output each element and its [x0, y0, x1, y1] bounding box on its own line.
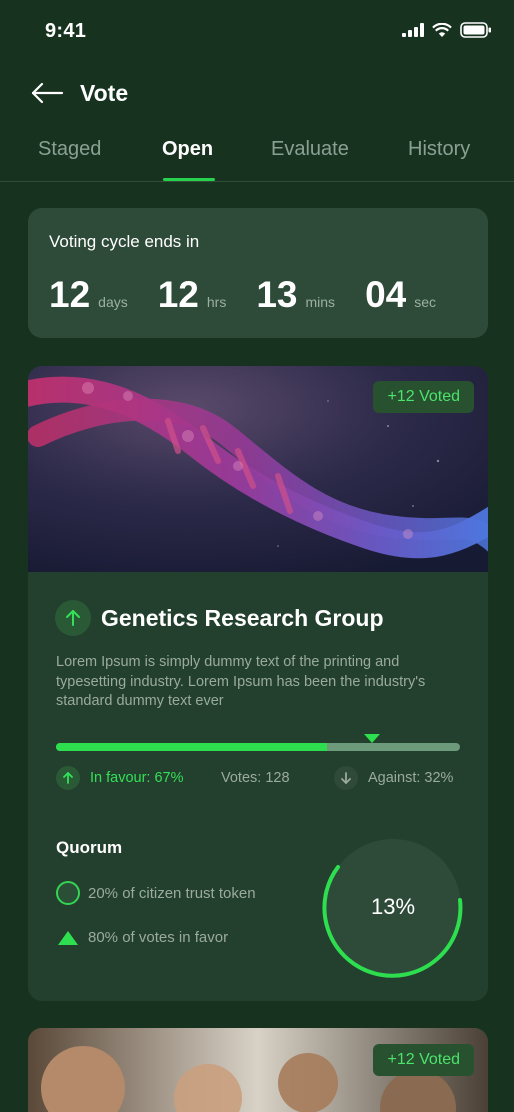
countdown-mins-value: 13	[256, 274, 298, 315]
countdown-mins-unit: mins	[305, 294, 336, 310]
vote-bar-fill	[56, 743, 327, 751]
circle-legend-icon	[56, 881, 80, 905]
voted-badge: +12 Voted	[373, 381, 474, 413]
status-time: 9:41	[45, 20, 87, 42]
countdown-days-value: 12	[49, 274, 91, 315]
vote-marker-icon	[364, 734, 380, 743]
proposal-card-2[interactable]: +12 Voted	[28, 1028, 488, 1112]
tab-bar: Staged Open Evaluate History	[0, 130, 514, 182]
vote-stats: In favour: 67% Votes: 128 Against: 32%	[56, 766, 466, 794]
group-title-row: Genetics Research Group	[55, 600, 384, 636]
voted-badge-2: +12 Voted	[373, 1044, 474, 1076]
in-favour-arrow-icon	[56, 766, 80, 790]
in-favour-text: In favour: 67%	[90, 770, 184, 786]
countdown-hours-value: 12	[157, 274, 199, 315]
vote-progress-bar	[56, 734, 460, 751]
vote-screen: 9:41 Vote Staged Open Evaluate History V…	[0, 0, 514, 1112]
against-text: Against: 32%	[368, 770, 454, 786]
tab-evaluate[interactable]: Evaluate	[271, 138, 349, 161]
header: Vote	[0, 72, 514, 116]
countdown-secs-value: 04	[365, 274, 407, 315]
tab-history[interactable]: History	[408, 138, 470, 161]
votes-count: Votes: 128	[221, 770, 290, 786]
quorum-item-trust-token: 20% of citizen trust token	[56, 881, 256, 905]
countdown-label: Voting cycle ends in	[49, 232, 200, 251]
proposal-title: Genetics Research Group	[101, 604, 384, 631]
against-stat: Against: 32%	[334, 766, 453, 790]
countdown-secs-unit: sec	[414, 294, 437, 310]
against-arrow-icon	[334, 766, 358, 790]
proposal-card[interactable]: +12 Voted Genetics Research Group Lorem …	[28, 366, 488, 1001]
page-title: Vote	[80, 80, 129, 106]
countdown-hours-unit: hrs	[206, 294, 227, 310]
quorum-item-1-text: 20% of citizen trust token	[88, 884, 256, 902]
quorum-gauge: 13%	[318, 832, 468, 982]
battery-icon	[460, 22, 491, 38]
in-favour-stat: In favour: 67%	[56, 766, 184, 790]
countdown-card: Voting cycle ends in 12 days 12 hrs 13 m…	[28, 208, 488, 338]
status-bar: 9:41	[0, 0, 514, 60]
quorum-item-votes-favor: 80% of votes in favor	[56, 929, 228, 946]
back-button[interactable]	[30, 80, 64, 106]
countdown-timer: 12 days 12 hrs 13 mins 04 sec	[49, 274, 466, 316]
back-arrow-icon	[31, 82, 64, 104]
proposal-description: Lorem Ipsum is simply dummy text of the …	[56, 654, 426, 709]
cellular-signal-icon	[402, 23, 424, 37]
quorum-percent: 13%	[370, 894, 416, 919]
upvote-icon[interactable]	[55, 600, 91, 636]
active-tab-indicator	[163, 178, 215, 181]
quorum-title: Quorum	[56, 838, 123, 857]
quorum-item-2-text: 80% of votes in favor	[88, 929, 229, 946]
countdown-days-unit: days	[98, 294, 128, 310]
status-icons	[402, 22, 492, 38]
tab-staged[interactable]: Staged	[38, 138, 101, 161]
triangle-legend-icon	[58, 930, 78, 945]
tab-open[interactable]: Open	[162, 138, 213, 161]
wifi-icon	[432, 22, 452, 37]
